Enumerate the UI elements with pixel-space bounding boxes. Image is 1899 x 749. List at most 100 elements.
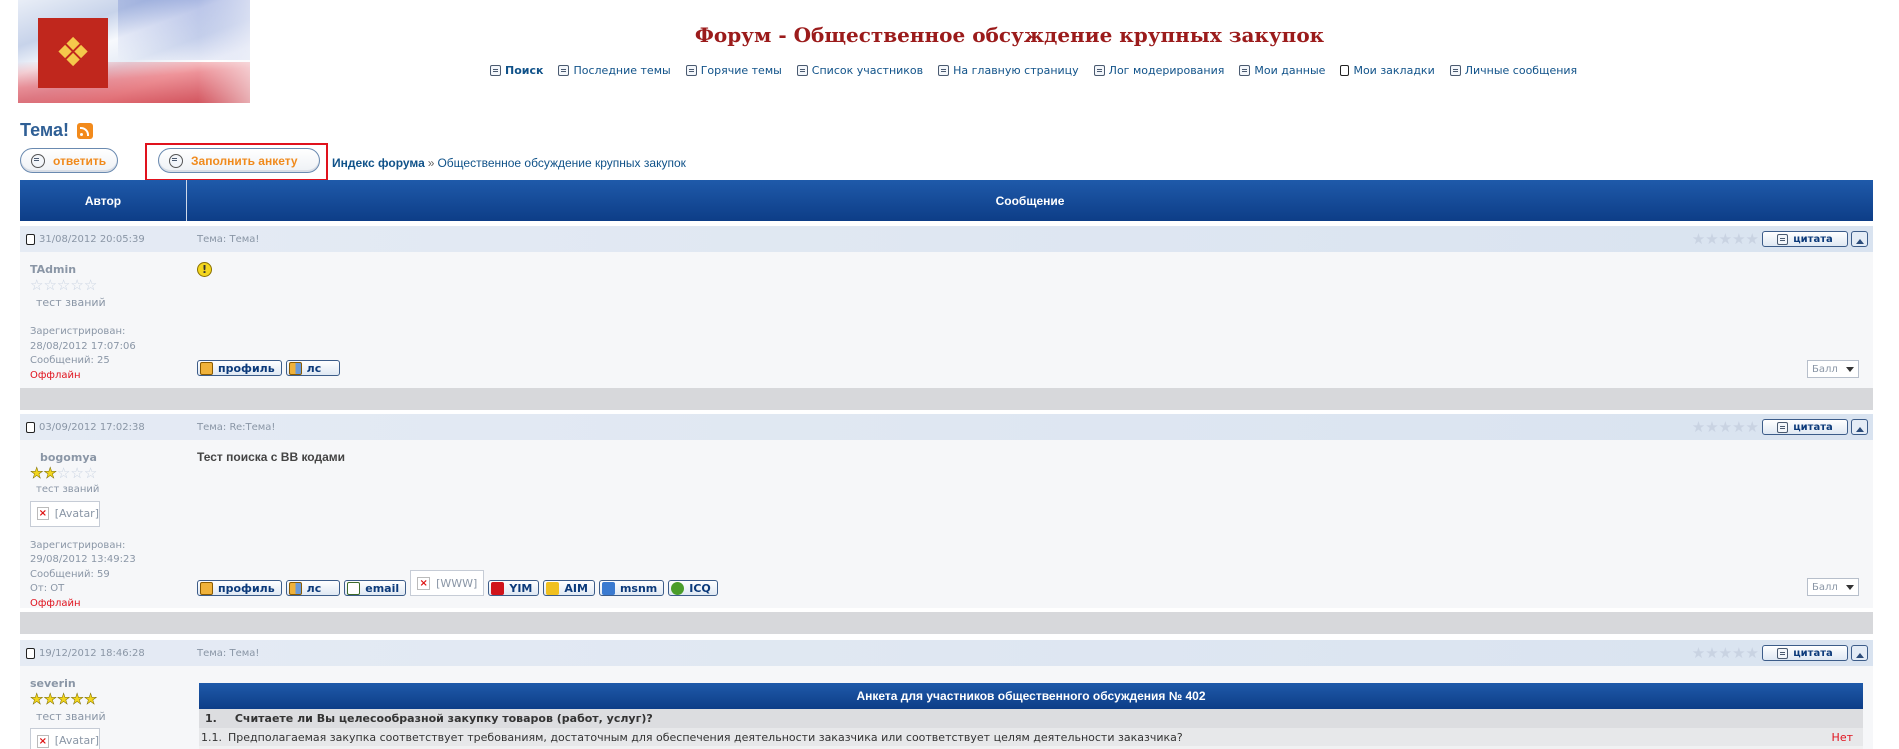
- exclamation-icon: !: [197, 262, 212, 277]
- reply-icon: [31, 153, 45, 168]
- post-author: TAdmin ☆ ☆ ☆ ☆ ☆ тест званий Зарегистрирован…: [20, 252, 187, 388]
- icq-button[interactable]: ICQ: [668, 580, 718, 596]
- author-rank-stars: ★ ★ ★ ★ ★: [30, 689, 98, 708]
- post-author: bogomya ★ ★ ☆ ☆ ☆ тест званий × [Avatar] Заре…: [20, 440, 187, 609]
- main-nav: Поиск Последние темы Горячие темы Список…: [490, 64, 1577, 77]
- poll-title: Анкета для участников общественного обсу…: [199, 683, 1863, 709]
- rating-stars[interactable]: ★ ★ ★ ★ ★: [1692, 231, 1759, 247]
- chevron-down-icon: [1846, 366, 1854, 376]
- pm-button[interactable]: лс: [285, 580, 341, 596]
- author-rank-stars: ★ ★ ☆ ☆ ☆: [30, 463, 98, 482]
- post-icon: [26, 233, 35, 245]
- avatar: × [Avatar]: [30, 500, 100, 527]
- post-author: severin ★ ★ ★ ★ ★ тест званий × [Avatar]: [20, 666, 187, 749]
- nav-moderation-log[interactable]: Лог модерирования: [1093, 64, 1224, 77]
- post-header: 03/09/2012 17:02:38 Тема: Re:Тема! ★ ★ ★ ★ ★…: [20, 414, 1873, 440]
- members-icon: [796, 65, 808, 76]
- quote-icon: [1777, 647, 1789, 659]
- profile-icon: [1239, 65, 1251, 76]
- nav-search[interactable]: Поиск: [490, 64, 543, 77]
- msn-button[interactable]: msnm: [598, 580, 665, 596]
- aim-icon: [546, 581, 560, 595]
- poll-answer-value: Нет: [1831, 730, 1853, 744]
- post-body: bogomya ★ ★ ☆ ☆ ☆ тест званий × [Avatar] Заре…: [20, 440, 1873, 609]
- nav-private-messages[interactable]: Личные сообщения: [1449, 64, 1577, 77]
- user-icon: [200, 361, 213, 375]
- fill-form-button[interactable]: Заполнить анкету: [158, 148, 320, 173]
- broken-image-icon: ×: [37, 507, 49, 521]
- search-icon: [490, 65, 501, 76]
- poll-question: 1. Считаете ли Вы целесообразной закупку …: [199, 709, 1863, 728]
- quote-button[interactable]: цитата: [1762, 419, 1848, 435]
- poll-table: Анкета для участников общественного обсу…: [199, 683, 1863, 749]
- post-header: 19/12/2012 18:46:28 Тема: Тема! ★ ★ ★ ★ ★ ци…: [20, 640, 1873, 666]
- rating-select[interactable]: Балл: [1807, 360, 1859, 378]
- nav-my-data[interactable]: Мои данные: [1239, 64, 1325, 77]
- topics-icon: [558, 65, 570, 76]
- icq-icon: [671, 581, 685, 595]
- author-column-header: Автор: [20, 180, 187, 221]
- rating-select[interactable]: Балл: [1807, 578, 1859, 596]
- msn-icon: [601, 581, 615, 595]
- broken-image-icon: ×: [417, 576, 431, 590]
- status-badge: Оффлайн: [30, 597, 81, 609]
- broken-image-icon: ×: [37, 734, 49, 748]
- message-column-header: Сообщение: [995, 193, 1065, 208]
- nav-bookmarks[interactable]: Мои закладки: [1340, 64, 1435, 77]
- breadcrumb-section[interactable]: Общественное обсуждение крупных закупок: [437, 156, 685, 170]
- avatar: × [Avatar]: [30, 728, 100, 749]
- pm-button[interactable]: лс: [285, 360, 341, 376]
- nav-recent-topics[interactable]: Последние темы: [558, 64, 671, 77]
- breadcrumb: Индекс форума» Общественное обсуждение кр…: [332, 156, 686, 170]
- nav-hot-topics[interactable]: Горячие темы: [685, 64, 782, 77]
- post-content: Тест поиска с BB кодами профиль лс email…: [187, 440, 1873, 608]
- email-button[interactable]: email: [344, 580, 407, 596]
- rating-stars[interactable]: ★ ★ ★ ★ ★: [1692, 419, 1759, 435]
- rating-stars[interactable]: ★ ★ ★ ★ ★: [1692, 645, 1759, 661]
- back-to-top-icon[interactable]: [1851, 645, 1868, 661]
- post-icon: [26, 647, 35, 659]
- yahoo-icon: [491, 581, 505, 595]
- nav-home[interactable]: На главную страницу: [938, 64, 1079, 77]
- www-link[interactable]: × [WWW]: [410, 570, 485, 596]
- post-icon: [26, 421, 35, 433]
- quote-button[interactable]: цитата: [1762, 231, 1848, 247]
- breadcrumb-forum-index[interactable]: Индекс форума: [332, 156, 425, 170]
- rss-icon[interactable]: [76, 122, 93, 139]
- author-rank-stars: ☆ ☆ ☆ ☆ ☆: [30, 275, 98, 294]
- aim-button[interactable]: AIM: [543, 580, 595, 596]
- post-text: Тест поиска с BB кодами: [197, 450, 346, 464]
- post-content: ! профиль лс Балл: [187, 252, 1873, 388]
- post-separator: [20, 388, 1873, 410]
- home-icon: [938, 65, 950, 76]
- poll-answer-row: 1.1. Предполагаемая закупка соответствует…: [199, 728, 1863, 746]
- log-icon: [1093, 65, 1105, 76]
- hot-topics-icon: [685, 65, 697, 76]
- yim-button[interactable]: YIM: [488, 580, 540, 596]
- profile-button[interactable]: профиль: [197, 580, 282, 596]
- page-header: ❖: [18, 0, 1878, 104]
- quote-icon: [1777, 421, 1789, 433]
- status-badge: Оффлайн: [30, 369, 81, 381]
- back-to-top-icon[interactable]: [1851, 419, 1868, 435]
- nav-members[interactable]: Список участников: [796, 64, 923, 77]
- profile-button[interactable]: профиль: [197, 360, 282, 376]
- topic-title: Тема!: [20, 120, 93, 141]
- quote-button[interactable]: цитата: [1762, 645, 1848, 661]
- post-header: 31/08/2012 20:05:39 Тема: Тема! ★ ★ ★ ★ ★ ци…: [20, 226, 1873, 252]
- back-to-top-icon[interactable]: [1851, 231, 1868, 247]
- post-separator: [20, 612, 1873, 634]
- users-icon: [288, 581, 302, 595]
- email-icon: [347, 581, 361, 595]
- user-icon: [200, 581, 213, 595]
- form-icon: [169, 153, 183, 168]
- quote-icon: [1777, 233, 1789, 245]
- posts-table-header: Автор Сообщение: [20, 180, 1873, 221]
- reply-button[interactable]: ответить: [20, 148, 118, 173]
- messages-icon: [1449, 65, 1461, 76]
- post-body: TAdmin ☆ ☆ ☆ ☆ ☆ тест званий Зарегистрирован…: [20, 252, 1873, 388]
- bookmark-icon: [1340, 65, 1350, 76]
- site-title: Форум - Общественное обсуждение крупных …: [694, 23, 1325, 47]
- users-icon: [288, 361, 302, 375]
- chevron-down-icon: [1846, 584, 1854, 594]
